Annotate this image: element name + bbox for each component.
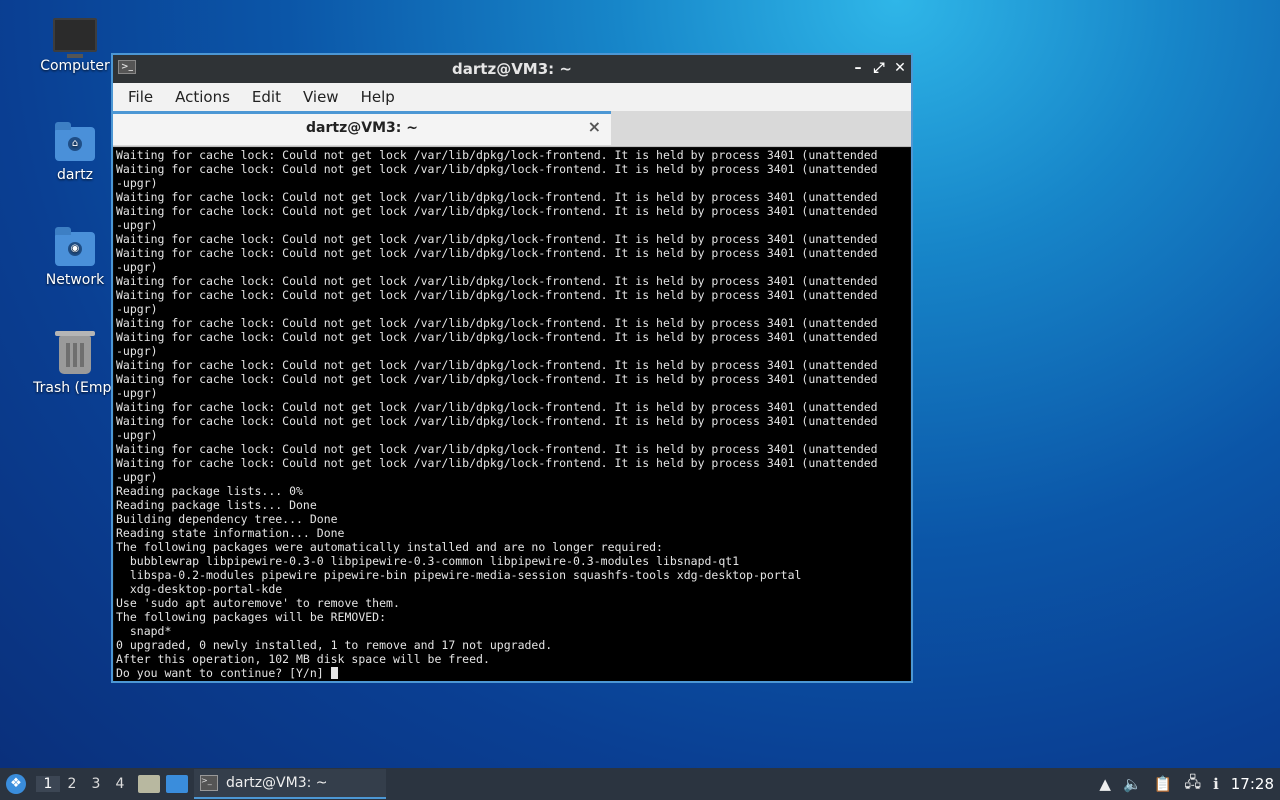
minimize-button[interactable]: – <box>849 59 867 77</box>
menu-bar: File Actions Edit View Help <box>113 83 911 111</box>
terminal-line: Waiting for cache lock: Could not get lo… <box>116 204 878 218</box>
update-notifier-icon[interactable]: ℹ <box>1213 775 1219 793</box>
terminal-line: Reading state information... Done <box>116 526 345 540</box>
clock[interactable]: 17:28 <box>1231 775 1274 793</box>
terminal-line: Waiting for cache lock: Could not get lo… <box>116 372 878 386</box>
terminal-line: Reading package lists... 0% <box>116 484 303 498</box>
menu-edit[interactable]: Edit <box>241 88 292 106</box>
volume-icon[interactable]: 🔈 <box>1123 775 1142 793</box>
workspace-1[interactable]: 1 <box>36 776 60 792</box>
tab-close-button[interactable]: × <box>588 117 601 136</box>
terminal-prompt-line: Do you want to continue? [Y/n] <box>116 666 908 680</box>
tab-label: dartz@VM3: ~ <box>306 120 418 136</box>
terminal-line: -upgr) <box>116 260 158 274</box>
menu-actions[interactable]: Actions <box>164 88 241 106</box>
terminal-line: Building dependency tree... Done <box>116 512 338 526</box>
terminal-line: Waiting for cache lock: Could not get lo… <box>116 358 878 372</box>
window-title: dartz@VM3: ~ <box>452 60 572 78</box>
workspace-2[interactable]: 2 <box>60 776 84 792</box>
taskbar-task-terminal[interactable]: >_ dartz@VM3: ~ <box>194 769 386 799</box>
terminal-line: Waiting for cache lock: Could not get lo… <box>116 190 878 204</box>
terminal-line: Waiting for cache lock: Could not get lo… <box>116 288 878 302</box>
text-cursor <box>330 667 338 679</box>
terminal-line: libspa-0.2-modules pipewire pipewire-bin… <box>116 568 802 582</box>
terminal-line: -upgr) <box>116 176 158 190</box>
terminal-line: bubblewrap libpipewire-0.3-0 libpipewire… <box>116 554 740 568</box>
terminal-line: Use 'sudo apt autoremove' to remove them… <box>116 596 400 610</box>
window-titlebar[interactable]: >_ dartz@VM3: ~ – ⤢ ✕ <box>113 55 911 83</box>
terminal-line: Waiting for cache lock: Could not get lo… <box>116 330 878 344</box>
network-icon[interactable]: 🖧 <box>1184 772 1201 797</box>
menu-file[interactable]: File <box>117 88 164 106</box>
home-folder-icon: ⌂ <box>55 122 95 161</box>
terminal-line: Waiting for cache lock: Could not get lo… <box>116 442 878 456</box>
start-menu-icon[interactable]: ❖ <box>6 774 26 794</box>
terminal-line: 0 upgraded, 0 newly installed, 1 to remo… <box>116 638 553 652</box>
terminal-line: Waiting for cache lock: Could not get lo… <box>116 162 878 176</box>
terminal-line: Waiting for cache lock: Could not get lo… <box>116 246 878 260</box>
show-desktop-icon[interactable] <box>166 775 188 793</box>
terminal-line: xdg-desktop-portal-kde <box>116 582 283 596</box>
tab-bar: dartz@VM3: ~ × <box>113 111 911 147</box>
terminal-line: The following packages were automaticall… <box>116 540 663 554</box>
terminal-line: Waiting for cache lock: Could not get lo… <box>116 316 878 330</box>
menu-help[interactable]: Help <box>350 88 406 106</box>
file-manager-launcher-icon[interactable] <box>138 775 160 793</box>
terminal-line: After this operation, 102 MB disk space … <box>116 652 490 666</box>
trash-icon <box>55 331 95 374</box>
menu-view[interactable]: View <box>292 88 350 106</box>
tab-terminal[interactable]: dartz@VM3: ~ × <box>113 111 611 145</box>
taskbar: ❖ 1 2 3 4 >_ dartz@VM3: ~ ▲ 🔈 📋 🖧 ℹ 17:2… <box>0 768 1280 800</box>
terminal-line: The following packages will be REMOVED: <box>116 610 387 624</box>
terminal-line: Waiting for cache lock: Could not get lo… <box>116 232 878 246</box>
terminal-line: -upgr) <box>116 218 158 232</box>
terminal-line: Waiting for cache lock: Could not get lo… <box>116 148 878 162</box>
terminal-prompt: Do you want to continue? [Y/n] <box>116 666 331 680</box>
system-tray: ▲ 🔈 📋 🖧 ℹ 17:28 <box>1093 772 1280 797</box>
terminal-window: >_ dartz@VM3: ~ – ⤢ ✕ File Actions Edit … <box>111 53 913 683</box>
computer-icon <box>53 18 97 58</box>
tray-up-arrow-icon[interactable]: ▲ <box>1099 775 1111 793</box>
task-label: dartz@VM3: ~ <box>226 775 328 791</box>
terminal-line: Waiting for cache lock: Could not get lo… <box>116 414 878 428</box>
terminal-line: Reading package lists... Done <box>116 498 317 512</box>
terminal-line: snapd* <box>116 624 172 638</box>
terminal-output[interactable]: Waiting for cache lock: Could not get lo… <box>114 148 910 681</box>
workspace-4[interactable]: 4 <box>108 776 132 792</box>
clipboard-icon[interactable]: 📋 <box>1154 775 1173 793</box>
terminal-line: Waiting for cache lock: Could not get lo… <box>116 400 878 414</box>
terminal-line: -upgr) <box>116 428 158 442</box>
workspace-3[interactable]: 3 <box>84 776 108 792</box>
close-button[interactable]: ✕ <box>891 59 909 77</box>
network-folder-icon: ◉ <box>55 227 95 266</box>
terminal-line: -upgr) <box>116 344 158 358</box>
terminal-task-icon: >_ <box>200 775 218 791</box>
terminal-line: Waiting for cache lock: Could not get lo… <box>116 456 878 470</box>
terminal-line: -upgr) <box>116 302 158 316</box>
terminal-line: -upgr) <box>116 470 158 484</box>
terminal-line: Waiting for cache lock: Could not get lo… <box>116 274 878 288</box>
maximize-button[interactable]: ⤢ <box>870 59 888 77</box>
terminal-line: -upgr) <box>116 386 158 400</box>
